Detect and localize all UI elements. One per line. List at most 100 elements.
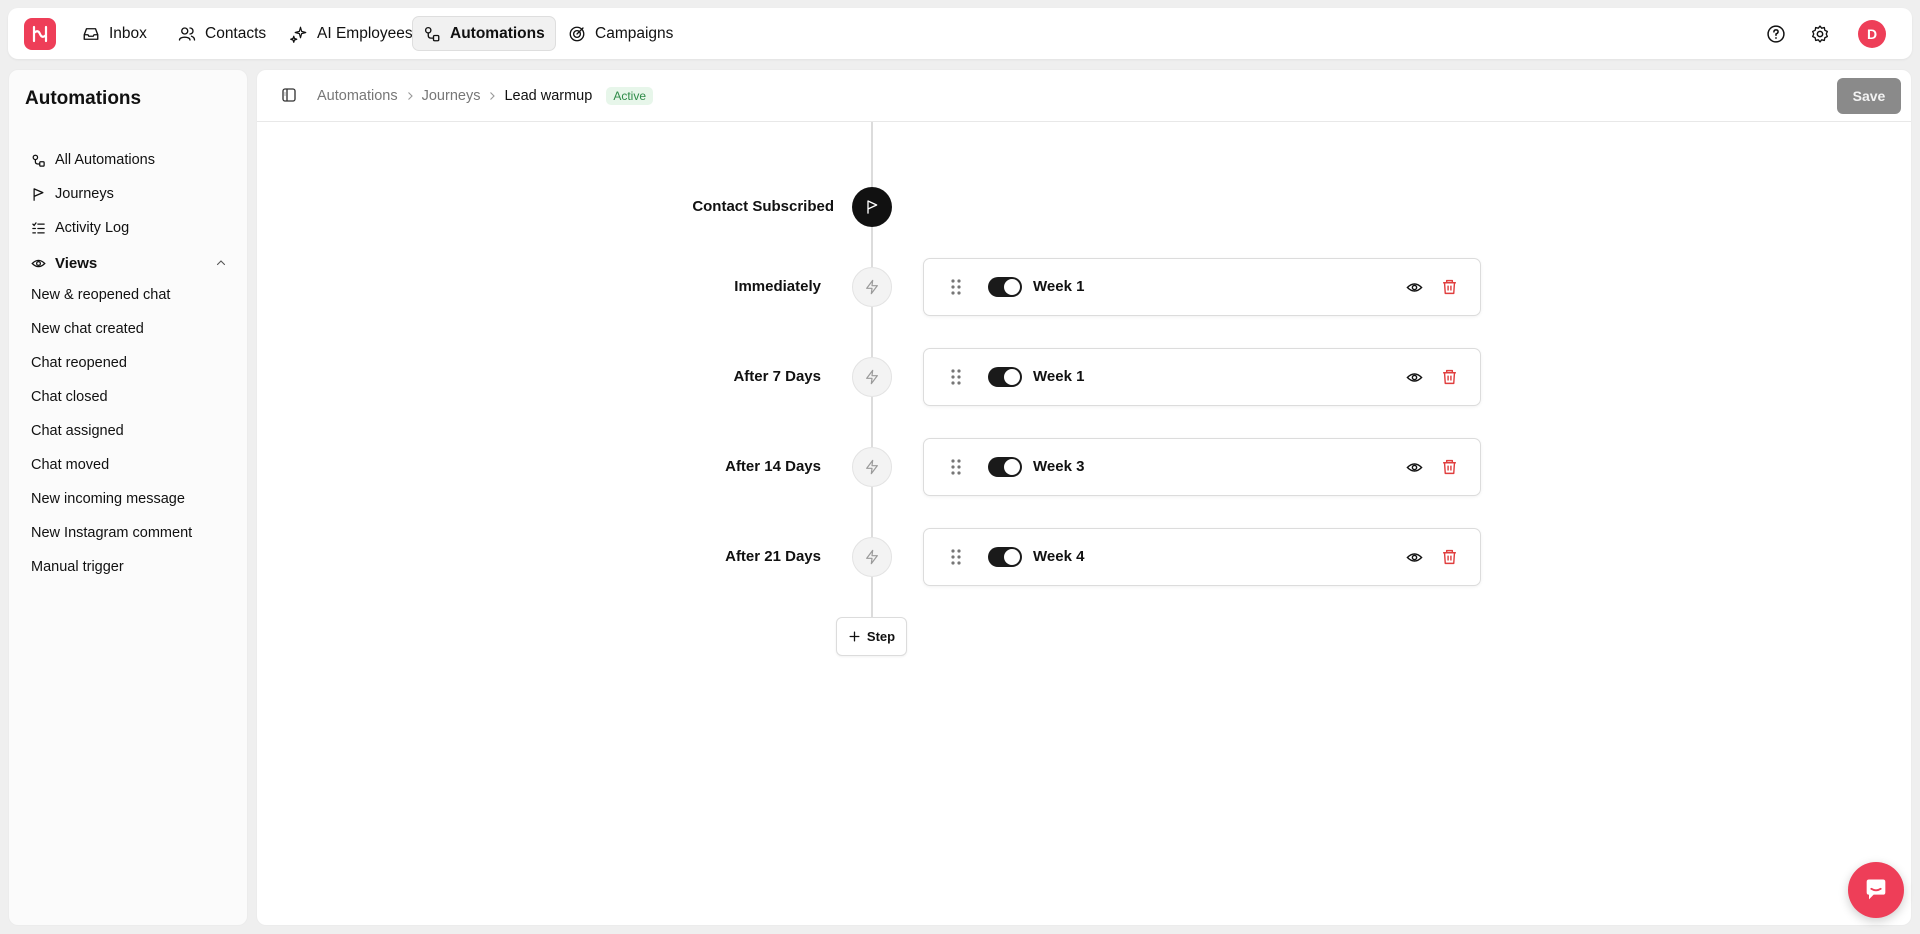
step-title: Week 1 [1033,278,1085,295]
trigger-node[interactable] [852,187,892,227]
connector-line [871,227,873,267]
view-item[interactable]: New chat created [25,316,233,342]
eye-icon[interactable] [1406,459,1423,476]
step-enabled-toggle[interactable] [988,367,1022,387]
logo-icon [32,25,48,43]
step-card[interactable]: Week 1 [923,258,1481,316]
breadcrumb-automations[interactable]: Automations [317,88,398,104]
step-title: Week 3 [1033,458,1085,475]
step-node[interactable] [852,267,892,307]
settings-button[interactable] [1807,21,1833,47]
views-toggle[interactable]: Views [25,249,233,277]
step-title: Week 1 [1033,368,1085,385]
lightning-icon [866,549,878,565]
lightning-icon [866,369,878,385]
connector-line [871,577,873,617]
drag-handle-icon[interactable] [951,279,961,295]
automation-icon [424,26,440,41]
users-icon [178,26,196,41]
view-item[interactable]: Chat assigned [25,418,233,444]
drag-handle-icon[interactable] [951,549,961,565]
step-enabled-toggle[interactable] [988,277,1022,297]
connector-line [871,307,873,357]
step-timing: After 14 Days [725,458,821,475]
trash-icon[interactable] [1441,458,1458,476]
view-item[interactable]: Chat reopened [25,350,233,376]
help-icon [1767,25,1785,43]
view-item[interactable]: Manual trigger [25,554,233,580]
nav-contacts[interactable]: Contacts [168,16,276,51]
panel-toggle-button[interactable] [281,87,297,103]
user-avatar[interactable]: D [1858,20,1886,48]
eye-icon [31,259,46,267]
view-item[interactable]: New Instagram comment [25,520,233,546]
add-step-label: Step [866,629,896,644]
help-button[interactable] [1763,21,1789,47]
nav-automations-label: Automations [450,24,545,42]
breadcrumb-current: Lead warmup [504,88,593,104]
sidebar-item-label: Activity Log [55,220,130,236]
drag-handle-icon[interactable] [951,369,961,385]
eye-icon[interactable] [1406,549,1423,566]
step-timing: Immediately [734,278,821,295]
nav-automations[interactable]: Automations [412,16,556,51]
step-card[interactable]: Week 1 [923,348,1481,406]
step-enabled-toggle[interactable] [988,547,1022,567]
step-node[interactable] [852,537,892,577]
nav-inbox[interactable]: Inbox [72,16,157,51]
flag-icon [33,187,44,201]
sidebar-item-label: Journeys [55,186,114,202]
app-logo[interactable] [24,18,56,50]
list-check-icon [32,221,45,233]
chevron-up-icon [216,260,226,266]
status-badge: Active [606,87,653,105]
step-enabled-toggle[interactable] [988,457,1022,477]
lightning-icon [866,459,878,475]
sidebar-item-journeys[interactable]: Journeys [25,180,233,208]
breadcrumb: Automations Journeys Lead warmup Active [317,70,653,122]
trash-icon[interactable] [1441,278,1458,296]
nav-inbox-label: Inbox [109,24,147,42]
view-item[interactable]: Chat moved [25,452,233,478]
sidebar-item-label: All Automations [55,152,155,168]
step-card[interactable]: Week 3 [923,438,1481,496]
view-item[interactable]: New & reopened chat [25,282,233,308]
eye-icon[interactable] [1406,369,1423,386]
trash-icon[interactable] [1441,368,1458,386]
view-item[interactable]: Chat closed [25,384,233,410]
automation-icon [32,154,45,167]
nav-ai-employees[interactable]: AI Employees [280,16,423,51]
chevron-right-icon [486,90,498,102]
eye-icon[interactable] [1406,279,1423,296]
sidebar: Automations All Automations Journeys Act… [8,69,248,926]
step-timing: After 7 Days [733,368,821,385]
step-node[interactable] [852,447,892,487]
trigger-label: Contact Subscribed [692,198,834,215]
add-step-button[interactable]: Step [836,617,907,656]
chat-icon [1866,879,1886,900]
plus-icon [849,631,860,642]
chevron-right-icon [404,90,416,102]
support-chat-button[interactable] [1848,862,1904,918]
sidebar-toggle-icon [282,88,296,102]
views-label: Views [55,254,98,272]
breadcrumb-journeys[interactable]: Journeys [422,88,481,104]
step-timing: After 21 Days [725,548,821,565]
inbox-icon [83,27,99,40]
sidebar-item-activity-log[interactable]: Activity Log [25,214,233,242]
flag-icon [867,200,878,214]
sidebar-item-all-automations[interactable]: All Automations [25,146,233,174]
journey-editor: Automations Journeys Lead warmup Active … [256,69,1912,926]
step-node[interactable] [852,357,892,397]
sparkles-icon [290,26,307,43]
save-button[interactable]: Save [1837,78,1901,114]
nav-campaigns-label: Campaigns [595,24,674,42]
connector-line [871,397,873,447]
trash-icon[interactable] [1441,548,1458,566]
sidebar-title: Automations [25,88,142,109]
drag-handle-icon[interactable] [951,459,961,475]
connector-line [871,122,873,187]
view-item[interactable]: New incoming message [25,486,233,512]
nav-campaigns[interactable]: Campaigns [558,16,683,51]
step-card[interactable]: Week 4 [923,528,1481,586]
